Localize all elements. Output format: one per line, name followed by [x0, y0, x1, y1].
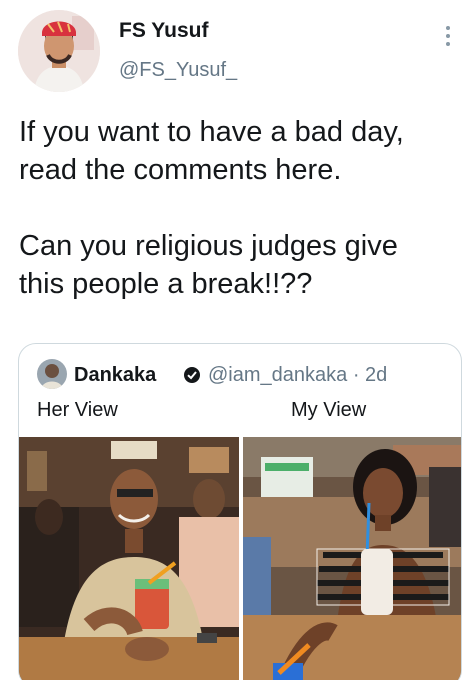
- photo-my-view[interactable]: [243, 437, 461, 680]
- more-vertical-icon[interactable]: [440, 24, 456, 52]
- quoted-author-name[interactable]: Dankaka: [74, 364, 156, 387]
- photo-her-view[interactable]: [19, 437, 239, 680]
- tweet-header: FS Yusuf @FS_Yusuf_: [0, 0, 475, 100]
- author-handle[interactable]: @FS_Yusuf_: [119, 59, 237, 82]
- quoted-author-handle[interactable]: @iam_dankaka · 2d: [208, 364, 387, 387]
- caption-her-view: Her View: [37, 399, 118, 421]
- verified-badge-icon: [183, 366, 201, 384]
- quoted-author-avatar[interactable]: [37, 359, 67, 389]
- author-name[interactable]: FS Yusuf: [119, 19, 208, 43]
- caption-my-view: My View: [291, 399, 367, 421]
- quoted-tweet-card[interactable]: Dankaka @iam_dankaka · 2d Her View My Vi…: [18, 343, 462, 680]
- author-avatar[interactable]: [18, 10, 100, 92]
- tweet-text: If you want to have a bad day, read the …: [19, 116, 404, 300]
